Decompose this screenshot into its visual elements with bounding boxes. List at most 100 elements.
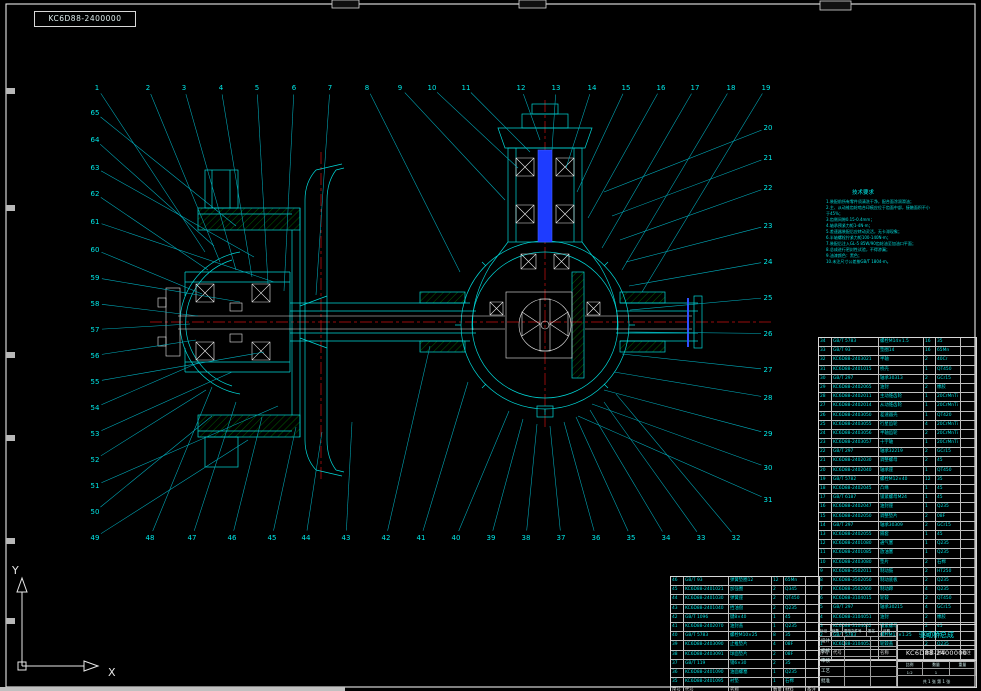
bom-cell: 12 <box>924 475 936 484</box>
bom-cell: 37 <box>671 659 684 668</box>
qty-label: 数量 <box>923 661 950 669</box>
bom-cell: KC6D88-2402045 <box>832 485 879 494</box>
callout-number: 12 <box>517 84 526 92</box>
leader-line <box>549 425 561 531</box>
bom-cell: 2 <box>924 595 936 604</box>
bom-cell: 40 <box>671 632 684 641</box>
bom-cell: KC6D88-2402070 <box>684 622 729 632</box>
callout-number: 8 <box>365 84 369 92</box>
bom-cell: 20CrMnTi <box>936 420 961 429</box>
bom-row: 5 GB/T 297 轴承30215 4 GCr15 <box>819 604 976 614</box>
callout-number: 52 <box>91 456 100 464</box>
bom-cell: 5 <box>819 604 832 613</box>
bom-cell: 45 <box>784 613 806 622</box>
bom-cell <box>961 356 976 365</box>
bom-cell: 2 <box>772 604 784 613</box>
bom-cell: GB/T 93 <box>832 347 879 356</box>
leader-line <box>387 345 431 531</box>
bom-cell <box>961 530 976 540</box>
bom-cell: 8 <box>772 632 784 641</box>
leader-line <box>587 93 658 219</box>
leader-line <box>601 93 692 249</box>
bom-cell <box>961 595 976 604</box>
bom-cell: 1 <box>924 530 936 540</box>
titleblock-roles: 设计 校核 审核 工艺 批准 <box>819 637 897 687</box>
bom-cell <box>961 576 976 586</box>
bom-cell <box>961 567 976 576</box>
leader-line <box>101 339 197 355</box>
leader-line <box>100 439 249 534</box>
leader-line <box>641 93 763 293</box>
bom-cell: 轴承座 <box>879 466 924 475</box>
bom-cell: 16 <box>924 347 936 356</box>
bom-cell: 32 <box>819 356 832 365</box>
callout-number: 49 <box>91 534 100 542</box>
callout-number: 29 <box>764 430 773 438</box>
bom-cell: 20CrMnTi <box>936 439 961 448</box>
bom-cell: QT450 <box>936 365 961 374</box>
callout-number: 3 <box>182 84 186 92</box>
bom-cell: 46 <box>671 577 684 586</box>
notes-title: 技术要求 <box>852 190 875 196</box>
ucs-x-label: X <box>108 666 116 679</box>
leader-line <box>603 401 698 532</box>
callout-number: 55 <box>91 378 100 386</box>
bom-cell: 35 <box>784 632 806 641</box>
bom-cell: 石棉 <box>936 558 961 567</box>
callout-number: 14 <box>588 84 597 92</box>
leader-line <box>576 93 624 193</box>
bom-row: 20 KC6D88-2402040 轴承座 1 QT450 <box>819 466 976 476</box>
bom-cell: 20CrMnTi <box>936 429 961 439</box>
bom-cell: 数量 <box>772 687 784 691</box>
bom-cell: KC6D88-2401040 <box>684 604 729 613</box>
leader-line <box>470 92 531 153</box>
bom-cell: KC6D88-2402011 <box>832 393 879 402</box>
bom-cell: 65Mn <box>936 347 961 356</box>
bom-cell: 弹簧垫圈12 <box>729 577 772 586</box>
callout-number: 59 <box>91 274 100 282</box>
bom-row: 36 KC6D88-2401090 油面螺塞 1 Q235 <box>671 668 819 679</box>
bom-cell <box>961 457 976 466</box>
bom-cell: 橡胶 <box>936 383 961 393</box>
bom-row: 40 GB/T 5783 螺栓M10×25 8 35 <box>671 632 819 642</box>
bom-row: 7 KC6D88-3502060 制动蹄 4 Q235 <box>819 586 976 596</box>
bom-cell: 35 <box>936 475 961 484</box>
leader-line <box>523 94 541 141</box>
bom-cell: 垫圈14 <box>879 347 924 356</box>
titleblock-empty-cell <box>845 647 871 657</box>
ucs-icon: Y X <box>11 564 116 679</box>
bom-cell: 2 <box>924 448 936 457</box>
titleblock-drawing-number: KC6D88-2400000 <box>897 645 976 662</box>
bom-cell: 调整螺母 <box>879 457 924 466</box>
bom-cell: 通气塞 <box>879 540 924 549</box>
bom-cell: GB/T 1096 <box>684 613 729 622</box>
note-line: 2.主、从动锥齿轮啮合印痕应位于齿面中部，接触面积不小于45%； <box>826 205 930 216</box>
bom-cell: QT450 <box>936 466 961 475</box>
bom-cell <box>961 475 976 484</box>
leader-line <box>615 393 732 533</box>
bom-cell: 45 <box>936 485 961 494</box>
callout-number: 65 <box>91 109 100 117</box>
bom-cell: 18 <box>819 485 832 494</box>
bom-cell: 1 <box>772 622 784 632</box>
bom-cell: 挡油盘 <box>729 604 772 613</box>
callout-number: 54 <box>91 404 100 412</box>
bom-cell <box>961 503 976 512</box>
bom-cell: GB/T 6187 <box>832 494 879 503</box>
callout-number: 7 <box>328 84 332 92</box>
leader-line <box>526 423 538 531</box>
titleblock-empty-cell <box>871 637 897 647</box>
bom-cell: 1 <box>772 668 784 678</box>
notes-lines: 1.装配前所有零件须清洗干净，配合面涂润滑油； 2.主、从动锥齿轮啮合印痕应位于齿… <box>826 199 930 265</box>
bom-cell: 19 <box>819 475 832 484</box>
titleblock-empty-cell <box>871 657 897 667</box>
bom-cell: 9 <box>819 567 832 576</box>
leader-line <box>101 351 265 381</box>
bom-cell: 24 <box>819 429 832 439</box>
bom-row: 30 GB/T 297 轴承30313 2 GCr15 <box>819 374 976 384</box>
bom-cell: 30 <box>819 374 832 383</box>
bom-cell: 4 <box>819 613 832 622</box>
bom-row: 32 KC6D88-2403021 半轴 2 40Cr <box>819 356 976 366</box>
bom-cell <box>961 586 976 595</box>
bom-cell: 4 <box>924 586 936 595</box>
